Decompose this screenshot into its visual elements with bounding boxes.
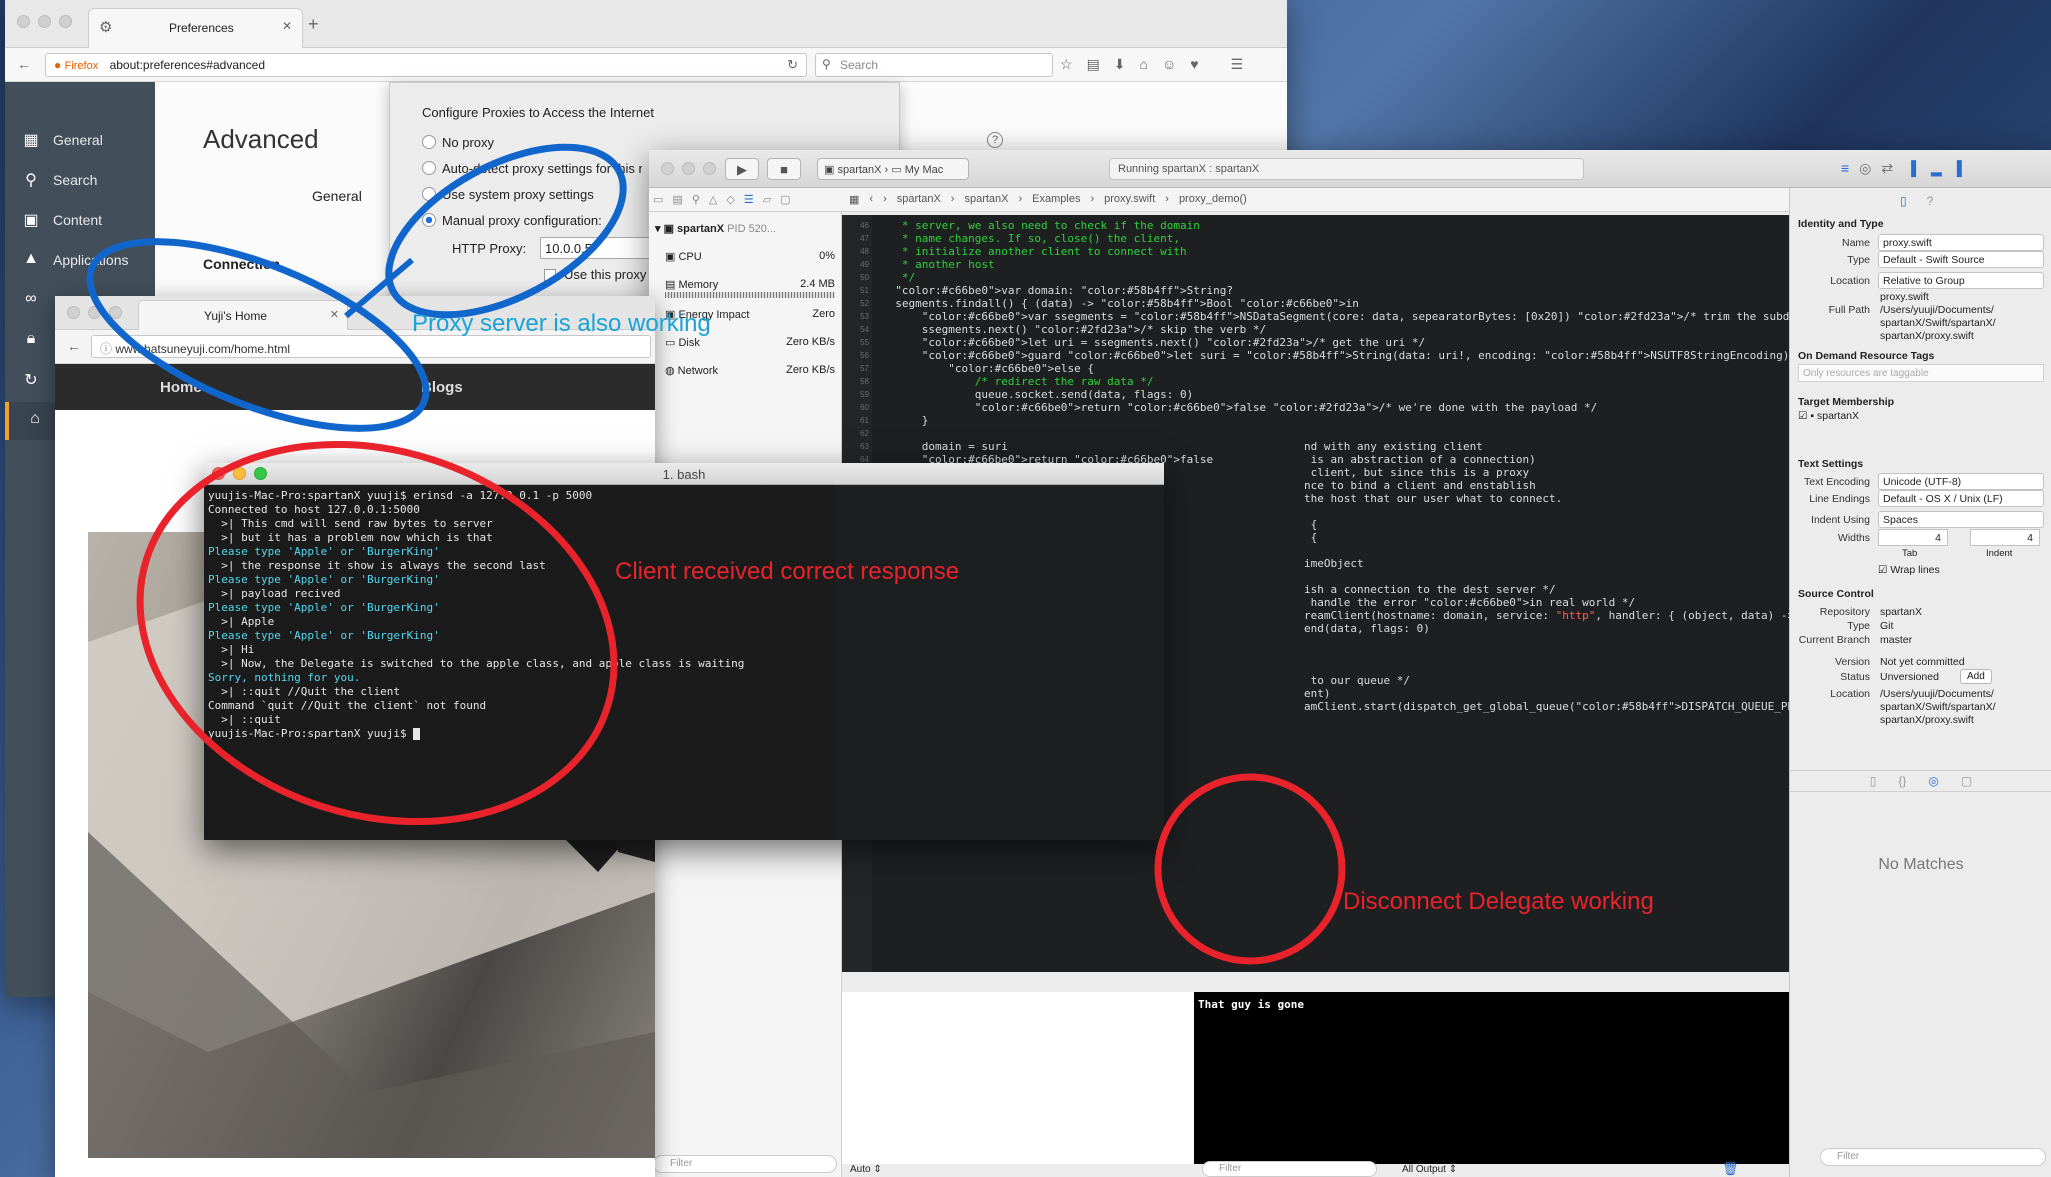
red-circle-console	[1154, 773, 1346, 965]
annotation-client: Client received correct response	[615, 558, 960, 585]
annotation-layer	[86, 143, 1346, 965]
annotation-disconnect: Disconnect Delegate working	[1343, 888, 1654, 915]
blue-circle-url	[86, 238, 430, 432]
red-circle-terminal	[136, 440, 618, 826]
annotation-proxy: Proxy server is also working	[412, 310, 711, 337]
blue-connector-line	[344, 257, 414, 319]
